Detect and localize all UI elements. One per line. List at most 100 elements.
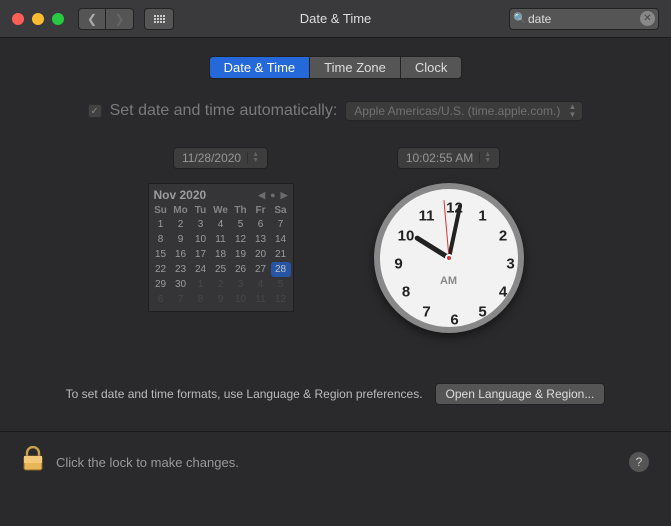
calendar-day[interactable]: 23: [171, 262, 191, 277]
calendar-day[interactable]: 20: [251, 247, 271, 262]
clock-number: 4: [493, 284, 513, 301]
date-stepper[interactable]: ▲▼: [247, 152, 259, 164]
calendar-day[interactable]: 24: [191, 262, 211, 277]
calendar-day[interactable]: 25: [211, 262, 231, 277]
minimize-icon[interactable]: [32, 13, 44, 25]
calendar-day[interactable]: 5: [271, 277, 291, 292]
calendar-day[interactable]: 21: [271, 247, 291, 262]
content: Date & Time Time Zone Clock ✓ Set date a…: [0, 38, 671, 432]
calendar-day[interactable]: 6: [151, 292, 171, 307]
calendar-day[interactable]: 14: [271, 232, 291, 247]
calendar-day[interactable]: 12: [271, 292, 291, 307]
traffic-lights: [12, 13, 64, 25]
calendar-day[interactable]: 4: [251, 277, 271, 292]
calendar-day[interactable]: 30: [171, 277, 191, 292]
calendar-day[interactable]: 9: [211, 292, 231, 307]
clock-number: 1: [473, 207, 493, 224]
analog-clock: 123456789101112 AM: [374, 183, 524, 333]
format-hint: To set date and time formats, use Langua…: [66, 387, 423, 401]
time-field[interactable]: 10:02:55 AM ▲▼: [397, 147, 500, 169]
dow-label: Fr: [251, 204, 271, 217]
clock-ampm: AM: [440, 275, 457, 287]
search-icon: 🔍: [513, 12, 527, 25]
calendar-day[interactable]: 4: [211, 217, 231, 232]
grid-icon: [154, 15, 165, 23]
auto-checkbox[interactable]: ✓: [88, 104, 102, 118]
calendar-month-label: Nov 2020: [154, 188, 207, 202]
clock-number: 9: [389, 256, 409, 273]
calendar-day[interactable]: 6: [251, 217, 271, 232]
help-button[interactable]: ?: [629, 452, 649, 472]
calendar-day[interactable]: 27: [251, 262, 271, 277]
calendar-day[interactable]: 7: [271, 217, 291, 232]
calendar-day[interactable]: 11: [251, 292, 271, 307]
cal-next-icon[interactable]: ▶: [281, 190, 288, 201]
clear-search-icon[interactable]: ✕: [640, 11, 655, 26]
calendar-day[interactable]: 2: [211, 277, 231, 292]
calendar-day[interactable]: 1: [191, 277, 211, 292]
time-server-dropdown[interactable]: Apple Americas/U.S. (time.apple.com.) ▲▼: [345, 101, 583, 121]
tab-clock[interactable]: Clock: [401, 56, 463, 79]
calendar-day[interactable]: 17: [191, 247, 211, 262]
forward-button: ❯: [106, 8, 134, 30]
dow-label: Th: [231, 204, 251, 217]
calendar-day[interactable]: 28: [271, 262, 291, 277]
nav-group: ❮ ❯: [78, 8, 134, 30]
tab-time-zone[interactable]: Time Zone: [310, 56, 401, 79]
calendar-day[interactable]: 10: [191, 232, 211, 247]
clock-number: 2: [493, 228, 513, 245]
calendar-day[interactable]: 8: [191, 292, 211, 307]
calendar-day[interactable]: 10: [231, 292, 251, 307]
lock-icon[interactable]: [22, 446, 44, 478]
calendar-day[interactable]: 2: [171, 217, 191, 232]
calendar-day[interactable]: 19: [231, 247, 251, 262]
calendar-day[interactable]: 5: [231, 217, 251, 232]
search-input[interactable]: [509, 8, 659, 30]
close-icon[interactable]: [12, 13, 24, 25]
clock-number: 6: [445, 312, 465, 329]
cal-prev-icon[interactable]: ◀: [258, 190, 265, 201]
clock-number: 10: [396, 228, 416, 245]
tab-date-time[interactable]: Date & Time: [209, 56, 311, 79]
dow-label: Su: [151, 204, 171, 217]
dow-label: We: [211, 204, 231, 217]
time-stepper[interactable]: ▲▼: [479, 152, 491, 164]
calendar-day[interactable]: 16: [171, 247, 191, 262]
clock-number: 7: [417, 304, 437, 321]
footer-row: To set date and time formats, use Langua…: [26, 383, 645, 405]
calendar-grid: SuMoTuWeThFrSa12345678910111213141516171…: [151, 204, 291, 307]
calendar-day[interactable]: 1: [151, 217, 171, 232]
calendar-day[interactable]: 26: [231, 262, 251, 277]
calendar-day[interactable]: 11: [211, 232, 231, 247]
lock-row: Click the lock to make changes. ?: [0, 432, 671, 492]
auto-set-row: ✓ Set date and time automatically: Apple…: [26, 101, 645, 121]
dow-label: Tu: [191, 204, 211, 217]
date-field[interactable]: 11/28/2020 ▲▼: [173, 147, 268, 169]
cal-today-icon[interactable]: ●: [270, 190, 275, 201]
dow-label: Sa: [271, 204, 291, 217]
titlebar: ❮ ❯ Date & Time 🔍 ✕: [0, 0, 671, 38]
calendar-day[interactable]: 7: [171, 292, 191, 307]
calendar-day[interactable]: 15: [151, 247, 171, 262]
calendar-day[interactable]: 8: [151, 232, 171, 247]
calendar-day[interactable]: 9: [171, 232, 191, 247]
calendar-day[interactable]: 29: [151, 277, 171, 292]
clock-pin: [445, 254, 453, 262]
clock-number: 3: [501, 256, 521, 273]
tabs: Date & Time Time Zone Clock: [26, 56, 645, 79]
lock-text: Click the lock to make changes.: [56, 455, 239, 470]
show-all-button[interactable]: [144, 8, 174, 30]
auto-label: Set date and time automatically:: [110, 102, 338, 120]
open-language-region-button[interactable]: Open Language & Region...: [435, 383, 606, 405]
calendar: Nov 2020 ◀ ● ▶ SuMoTuWeThFrSa12345678910…: [148, 183, 294, 312]
back-button[interactable]: ❮: [78, 8, 106, 30]
chevron-updown-icon: ▲▼: [568, 103, 576, 119]
clock-number: 11: [417, 207, 437, 224]
calendar-day[interactable]: 3: [191, 217, 211, 232]
calendar-day[interactable]: 12: [231, 232, 251, 247]
calendar-day[interactable]: 18: [211, 247, 231, 262]
calendar-day[interactable]: 3: [231, 277, 251, 292]
calendar-day[interactable]: 13: [251, 232, 271, 247]
calendar-day[interactable]: 22: [151, 262, 171, 277]
zoom-icon[interactable]: [52, 13, 64, 25]
